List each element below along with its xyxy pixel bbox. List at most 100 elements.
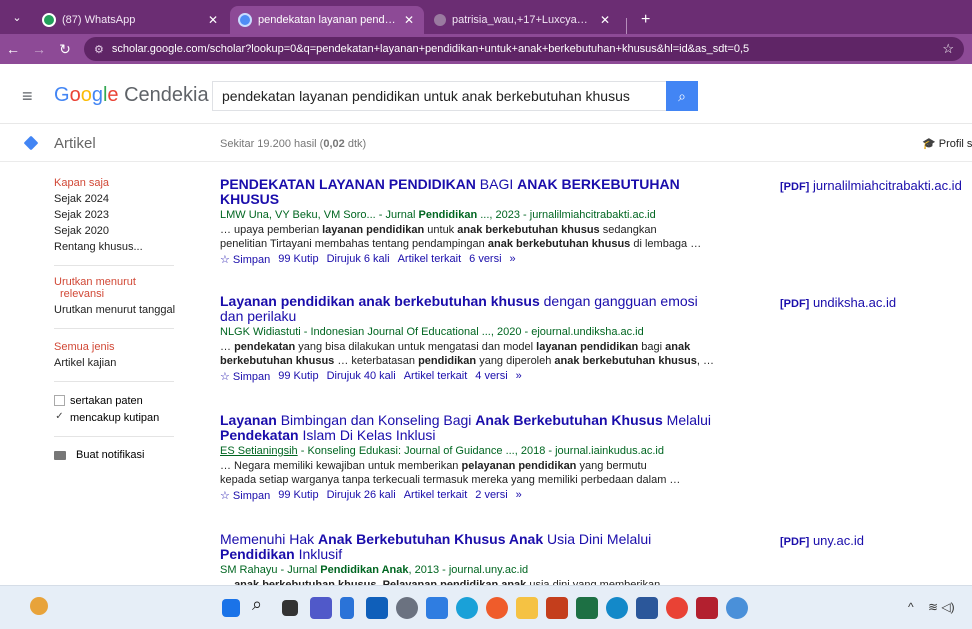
tab-search-chevron-icon[interactable]: ⌄ bbox=[0, 0, 34, 34]
firefox-icon[interactable] bbox=[486, 597, 508, 619]
forward-icon[interactable]: → bbox=[26, 41, 52, 57]
explorer-icon[interactable] bbox=[516, 597, 538, 619]
type-review[interactable]: Artikel kajian bbox=[54, 355, 184, 371]
pdf-link[interactable]: [PDF] uny.ac.id bbox=[780, 533, 864, 548]
section-title: Artikel bbox=[54, 135, 96, 152]
result-title[interactable]: PENDEKATAN LAYANAN PENDIDIKAN BAGI ANAK … bbox=[220, 177, 720, 207]
search-input[interactable]: pendekatan layanan pendidikan untuk anak… bbox=[212, 81, 666, 111]
close-icon[interactable]: ✕ bbox=[598, 13, 612, 27]
wifi-icon[interactable]: ≋ ◁) bbox=[928, 600, 955, 614]
chevron-up-icon[interactable]: ^ bbox=[908, 600, 914, 614]
powerpoint-icon[interactable] bbox=[546, 597, 568, 619]
result-item: Memenuhi Hak Anak Berkebutuhan Khusus An… bbox=[220, 532, 720, 592]
result-item: Layanan Bimbingan dan Konseling Bagi Ana… bbox=[220, 413, 720, 503]
globe-icon[interactable] bbox=[726, 597, 748, 619]
cited-by-link[interactable]: Dirujuk 6 kali bbox=[327, 253, 390, 266]
page-icon bbox=[434, 14, 446, 26]
menu-icon[interactable]: ≡ bbox=[22, 86, 33, 107]
close-icon[interactable]: ✕ bbox=[402, 13, 416, 27]
settings-icon[interactable] bbox=[396, 597, 418, 619]
include-citations-checkbox[interactable]: ✓ mencakup kutipan bbox=[54, 409, 184, 426]
more-icon[interactable]: » bbox=[516, 489, 522, 502]
tab-strip: ⌄ (87) WhatsApp ✕ pendekatan layanan pen… bbox=[0, 0, 972, 34]
cite-link[interactable]: 99 Kutip bbox=[278, 370, 318, 383]
related-link[interactable]: Artikel terkait bbox=[404, 489, 468, 502]
result-links: ☆ Simpan 99 Kutip Dirujuk 40 kali Artike… bbox=[220, 370, 720, 383]
create-alert-button[interactable]: Buat notifikasi bbox=[54, 447, 184, 463]
weather-icon[interactable] bbox=[30, 597, 48, 615]
back-icon[interactable]: ← bbox=[0, 41, 26, 57]
more-icon[interactable]: » bbox=[516, 370, 522, 383]
address-bar: ← → ↻ ⚙ scholar.google.com/scholar?looku… bbox=[0, 34, 972, 64]
cited-by-link[interactable]: Dirujuk 40 kali bbox=[327, 370, 396, 383]
app-icon[interactable] bbox=[456, 597, 478, 619]
tab-title: patrisia_wau,+17+Luxcya+Mart bbox=[452, 14, 592, 26]
teams-icon[interactable] bbox=[310, 597, 332, 619]
result-title[interactable]: Memenuhi Hak Anak Berkebutuhan Khusus An… bbox=[220, 532, 720, 562]
checkbox-icon bbox=[54, 395, 65, 406]
filter-since-2020[interactable]: Sejak 2020 bbox=[54, 223, 184, 239]
cite-link[interactable]: 99 Kutip bbox=[278, 253, 318, 266]
search-icon[interactable]: ⌕ bbox=[252, 594, 274, 616]
search-button[interactable]: ⌕ bbox=[666, 81, 698, 111]
tab-title: (87) WhatsApp bbox=[62, 14, 136, 26]
filter-custom-range[interactable]: Rentang khusus... bbox=[54, 239, 184, 255]
sort-relevance[interactable]: Urutkan menurut bbox=[54, 276, 184, 288]
close-icon[interactable]: ✕ bbox=[206, 13, 220, 27]
word-icon[interactable] bbox=[636, 597, 658, 619]
divider bbox=[54, 328, 174, 329]
pdf-link[interactable]: [PDF] undiksha.ac.id bbox=[780, 295, 896, 310]
site-settings-icon[interactable]: ⚙ bbox=[94, 43, 104, 56]
tab-scholar[interactable]: pendekatan layanan pendidika ✕ bbox=[230, 6, 424, 34]
store-icon[interactable] bbox=[366, 597, 388, 619]
result-snippet: … pendekatan yang bisa dilakukan untuk m… bbox=[220, 341, 714, 367]
tab-whatsapp[interactable]: (87) WhatsApp ✕ bbox=[34, 6, 228, 34]
scholar-header: ≡ Google Cendekia pendekatan layanan pen… bbox=[0, 64, 972, 124]
related-link[interactable]: Artikel terkait bbox=[398, 253, 462, 266]
save-link[interactable]: ☆ Simpan bbox=[220, 370, 270, 383]
include-patents-checkbox[interactable]: sertakan paten bbox=[54, 392, 184, 409]
sort-relevance-cont[interactable]: relevansi bbox=[54, 288, 184, 300]
cited-by-link[interactable]: Dirujuk 26 kali bbox=[327, 489, 396, 502]
scholar-logo[interactable]: Google Cendekia bbox=[54, 84, 209, 107]
versions-link[interactable]: 6 versi bbox=[469, 253, 501, 266]
notepad-icon[interactable] bbox=[340, 597, 354, 619]
profile-link[interactable]: 🎓 Profil s bbox=[922, 137, 972, 150]
filter-since-2024[interactable]: Sejak 2024 bbox=[54, 191, 184, 207]
start-icon[interactable] bbox=[222, 599, 240, 617]
result-links: ☆ Simpan 99 Kutip Dirujuk 6 kali Artikel… bbox=[220, 253, 720, 266]
check-icon: ✓ bbox=[55, 411, 64, 422]
versions-link[interactable]: 4 versi bbox=[475, 370, 507, 383]
new-tab-button[interactable]: + bbox=[631, 6, 660, 34]
task-view-icon[interactable] bbox=[282, 600, 298, 616]
save-link[interactable]: ☆ Simpan bbox=[220, 489, 270, 502]
related-link[interactable]: Artikel terkait bbox=[404, 370, 468, 383]
results-subheader: Artikel Sekitar 19.200 hasil (0,02 dtk) … bbox=[0, 124, 972, 162]
excel-icon[interactable] bbox=[576, 597, 598, 619]
tab-pdf[interactable]: patrisia_wau,+17+Luxcya+Mart ✕ bbox=[426, 6, 620, 34]
taskbar: ⌕ ^ ≋ ◁) bbox=[0, 585, 972, 629]
result-title[interactable]: Layanan Bimbingan dan Konseling Bagi Ana… bbox=[220, 413, 720, 443]
scholar-icon bbox=[238, 13, 252, 27]
cite-link[interactable]: 99 Kutip bbox=[278, 489, 318, 502]
result-item: Layanan pendidikan anak berkebutuhan khu… bbox=[220, 294, 720, 384]
alert-label: Buat notifikasi bbox=[76, 449, 145, 461]
search-icon: ⌕ bbox=[678, 87, 686, 104]
result-title[interactable]: Layanan pendidikan anak berkebutuhan khu… bbox=[220, 294, 720, 324]
filter-any-time[interactable]: Kapan saja bbox=[54, 175, 184, 191]
versions-link[interactable]: 2 versi bbox=[475, 489, 507, 502]
checkbox-label: sertakan paten bbox=[70, 394, 143, 407]
sort-date[interactable]: Urutkan menurut tanggal bbox=[54, 302, 184, 318]
more-icon[interactable]: » bbox=[510, 253, 516, 266]
type-all[interactable]: Semua jenis bbox=[54, 339, 184, 355]
filter-since-2023[interactable]: Sejak 2023 bbox=[54, 207, 184, 223]
save-link[interactable]: ☆ Simpan bbox=[220, 253, 270, 266]
edge-icon[interactable] bbox=[606, 597, 628, 619]
reload-icon[interactable]: ↻ bbox=[52, 41, 78, 58]
chrome-icon[interactable] bbox=[666, 597, 688, 619]
url-field[interactable]: ⚙ scholar.google.com/scholar?lookup=0&q=… bbox=[84, 37, 964, 61]
bookmark-star-icon[interactable]: ☆ bbox=[942, 41, 954, 57]
app-red-icon[interactable] bbox=[696, 597, 718, 619]
paint-icon[interactable] bbox=[426, 597, 448, 619]
pdf-link[interactable]: [PDF] jurnalilmiahcitrabakti.ac.id bbox=[780, 178, 962, 193]
